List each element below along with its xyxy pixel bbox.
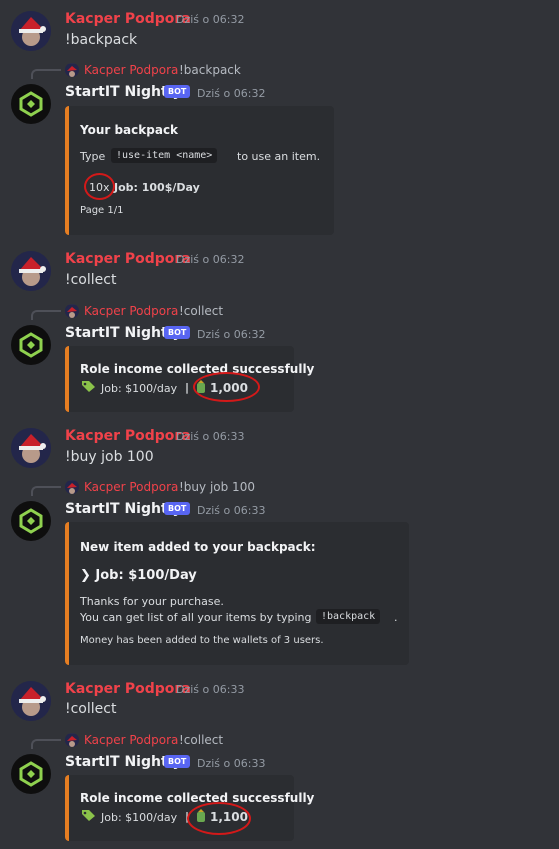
embed-text-suffix: to use an item.	[237, 150, 321, 163]
bot-avatar[interactable]	[11, 501, 51, 541]
tag-icon	[82, 810, 95, 821]
santa-hat-avatar	[65, 481, 79, 494]
santa-hat-avatar	[65, 305, 79, 318]
santa-hat-avatar	[11, 11, 51, 51]
reply-author[interactable]: Kacper Podpora	[84, 63, 178, 77]
message-timestamp: Dziś o 06:33	[176, 430, 245, 443]
bot-avatar[interactable]	[11, 325, 51, 365]
message-content: !backpack	[65, 32, 138, 48]
user-avatar[interactable]	[11, 681, 51, 721]
reply-author[interactable]: Kacper Podpora	[84, 304, 178, 318]
message-author[interactable]: Kacper Podpora	[65, 681, 191, 697]
inline-code: !backpack	[316, 609, 381, 624]
page-indicator: Page 1/1	[80, 205, 124, 216]
item-name: Job: 100$/Day	[114, 181, 200, 194]
bot-badge: BOT	[164, 755, 191, 768]
reply-avatar[interactable]	[65, 63, 79, 77]
santa-hat-avatar	[65, 64, 79, 77]
reply-author[interactable]: Kacper Podpora	[84, 480, 178, 494]
reply-preview[interactable]: !collect	[179, 304, 223, 318]
santa-hat-avatar	[65, 734, 79, 747]
thanks-text: Thanks for your purchase.	[80, 595, 224, 608]
embed-collect: Role income collected successfully Job: …	[65, 346, 314, 412]
embed-collect: Role income collected successfully Job: …	[65, 775, 314, 841]
reply-connector	[31, 486, 61, 496]
reply-avatar[interactable]	[65, 480, 79, 494]
reply-connector	[31, 310, 61, 320]
reply-connector	[31, 69, 61, 79]
money-note: Money has been added to the wallets of 3…	[80, 635, 324, 646]
bot-badge: BOT	[164, 85, 191, 98]
santa-hat-avatar	[11, 681, 51, 721]
bot-badge: BOT	[164, 326, 191, 339]
message-timestamp: Dziś o 06:32	[197, 87, 266, 100]
embed-text-prefix: Type	[80, 150, 106, 163]
user-avatar[interactable]	[11, 251, 51, 291]
message-timestamp: Dziś o 06:33	[197, 757, 266, 770]
inline-code: !use-item <name>	[111, 148, 218, 163]
bot-logo-icon	[19, 761, 43, 787]
bot-logo-icon	[19, 508, 43, 534]
job-label: Job: $100/day	[101, 811, 178, 824]
message-author[interactable]: Kacper Podpora	[65, 11, 191, 27]
reply-preview[interactable]: !buy job 100	[179, 480, 255, 494]
embed-item-added: New item added to your backpack: ❯ Job: …	[65, 522, 409, 665]
santa-hat-avatar	[11, 251, 51, 291]
bot-badge: BOT	[164, 502, 191, 515]
reply-preview[interactable]: !collect	[179, 733, 223, 747]
message-timestamp: Dziś o 06:32	[197, 328, 266, 341]
reply-preview[interactable]: !backpack	[179, 63, 241, 77]
embed-title: Role income collected successfully	[80, 362, 315, 376]
tag-icon	[82, 381, 95, 392]
message-content: !buy job 100	[65, 449, 154, 465]
embed-backpack: Your backpack Type !use-item <name> to u…	[65, 106, 334, 235]
message-timestamp: Dziś o 06:33	[197, 504, 266, 517]
highlight-circle	[187, 802, 251, 835]
highlight-circle	[193, 372, 260, 402]
bot-logo-icon	[19, 332, 43, 358]
message-author[interactable]: Kacper Podpora	[65, 428, 191, 444]
embed-title: Your backpack	[80, 123, 179, 137]
user-avatar[interactable]	[11, 428, 51, 468]
bot-avatar[interactable]	[11, 754, 51, 794]
embed-title: New item added to your backpack:	[80, 540, 316, 554]
reply-avatar[interactable]	[65, 304, 79, 318]
bot-logo-icon	[19, 91, 43, 117]
user-avatar[interactable]	[11, 11, 51, 51]
job-label: Job: $100/day	[101, 382, 178, 395]
separator: |	[185, 381, 190, 394]
message-author[interactable]: Kacper Podpora	[65, 251, 191, 267]
reply-avatar[interactable]	[65, 733, 79, 747]
highlight-circle	[84, 173, 115, 200]
message-timestamp: Dziś o 06:32	[176, 253, 245, 266]
bot-avatar[interactable]	[11, 84, 51, 124]
message-timestamp: Dziś o 06:32	[176, 13, 245, 26]
reply-connector	[31, 739, 61, 749]
message-content: !collect	[65, 272, 117, 288]
embed-title: Role income collected successfully	[80, 791, 315, 805]
message-content: !collect	[65, 701, 117, 717]
santa-hat-avatar	[11, 428, 51, 468]
reply-author[interactable]: Kacper Podpora	[84, 733, 178, 747]
item-heading: ❯ Job: $100/Day	[80, 568, 197, 583]
list-hint-text: You can get list of all your items by ty…	[80, 611, 312, 624]
message-timestamp: Dziś o 06:33	[176, 683, 245, 696]
list-hint-suffix: .	[394, 611, 398, 624]
